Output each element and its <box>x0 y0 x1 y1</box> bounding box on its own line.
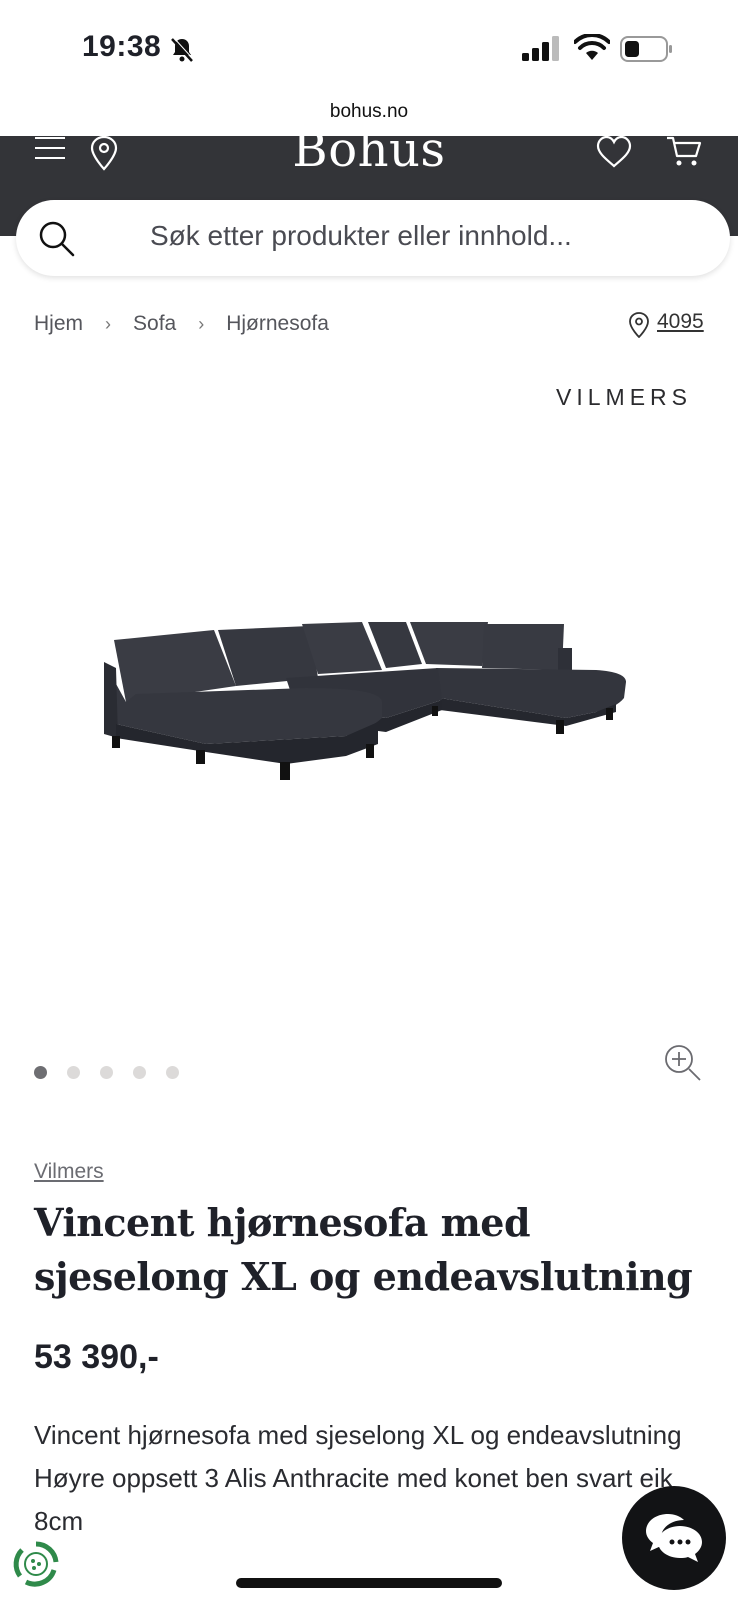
chat-icon <box>646 1514 702 1562</box>
product-image[interactable] <box>96 618 644 808</box>
product-description: Vincent hjørnesofa med sjeselong XL og e… <box>34 1420 682 1536</box>
heart-icon[interactable] <box>596 136 632 168</box>
wifi-icon <box>574 34 610 60</box>
breadcrumb: Hjem › Sofa › Hjørnesofa <box>34 312 329 336</box>
gallery-dot[interactable] <box>34 1066 47 1079</box>
product-title: Vincent hjørnesofa med sjeselong XL og e… <box>34 1200 693 1299</box>
signal-icon <box>522 36 559 61</box>
search-placeholder: Søk etter produkter eller innhold... <box>150 220 572 251</box>
status-time: 19:38 <box>82 30 162 63</box>
breadcrumb-item-corner-sofa[interactable]: Hjørnesofa <box>226 312 329 336</box>
search-icon <box>39 221 75 257</box>
gallery-dot[interactable] <box>133 1066 146 1079</box>
gallery-pagination <box>34 1066 179 1079</box>
store-code-link[interactable]: 4095 <box>657 310 704 334</box>
brand-watermark: VILMERS <box>556 384 692 410</box>
chat-button[interactable] <box>622 1486 726 1590</box>
battery-icon <box>620 36 672 62</box>
bell-off-icon <box>171 37 195 62</box>
eco-icon[interactable] <box>12 1540 60 1588</box>
product-brand-link[interactable]: Vilmers <box>34 1160 104 1184</box>
gallery-dot[interactable] <box>100 1066 113 1079</box>
store-location-icon[interactable] <box>628 312 650 338</box>
breadcrumb-item-sofa[interactable]: Sofa <box>133 312 176 336</box>
gallery-dot[interactable] <box>166 1066 179 1079</box>
search-input[interactable]: Søk etter produkter eller innhold... <box>16 200 730 276</box>
gallery-dot[interactable] <box>67 1066 80 1079</box>
product-price: 53 390,- <box>34 1338 159 1376</box>
breadcrumb-item-home[interactable]: Hjem <box>34 312 83 336</box>
chevron-right-icon: › <box>105 313 112 334</box>
chevron-right-icon: › <box>198 313 205 334</box>
cart-icon[interactable] <box>666 136 702 168</box>
home-indicator <box>236 1578 502 1588</box>
status-bar: 19:38 <box>0 0 738 100</box>
zoom-icon[interactable] <box>664 1044 702 1082</box>
